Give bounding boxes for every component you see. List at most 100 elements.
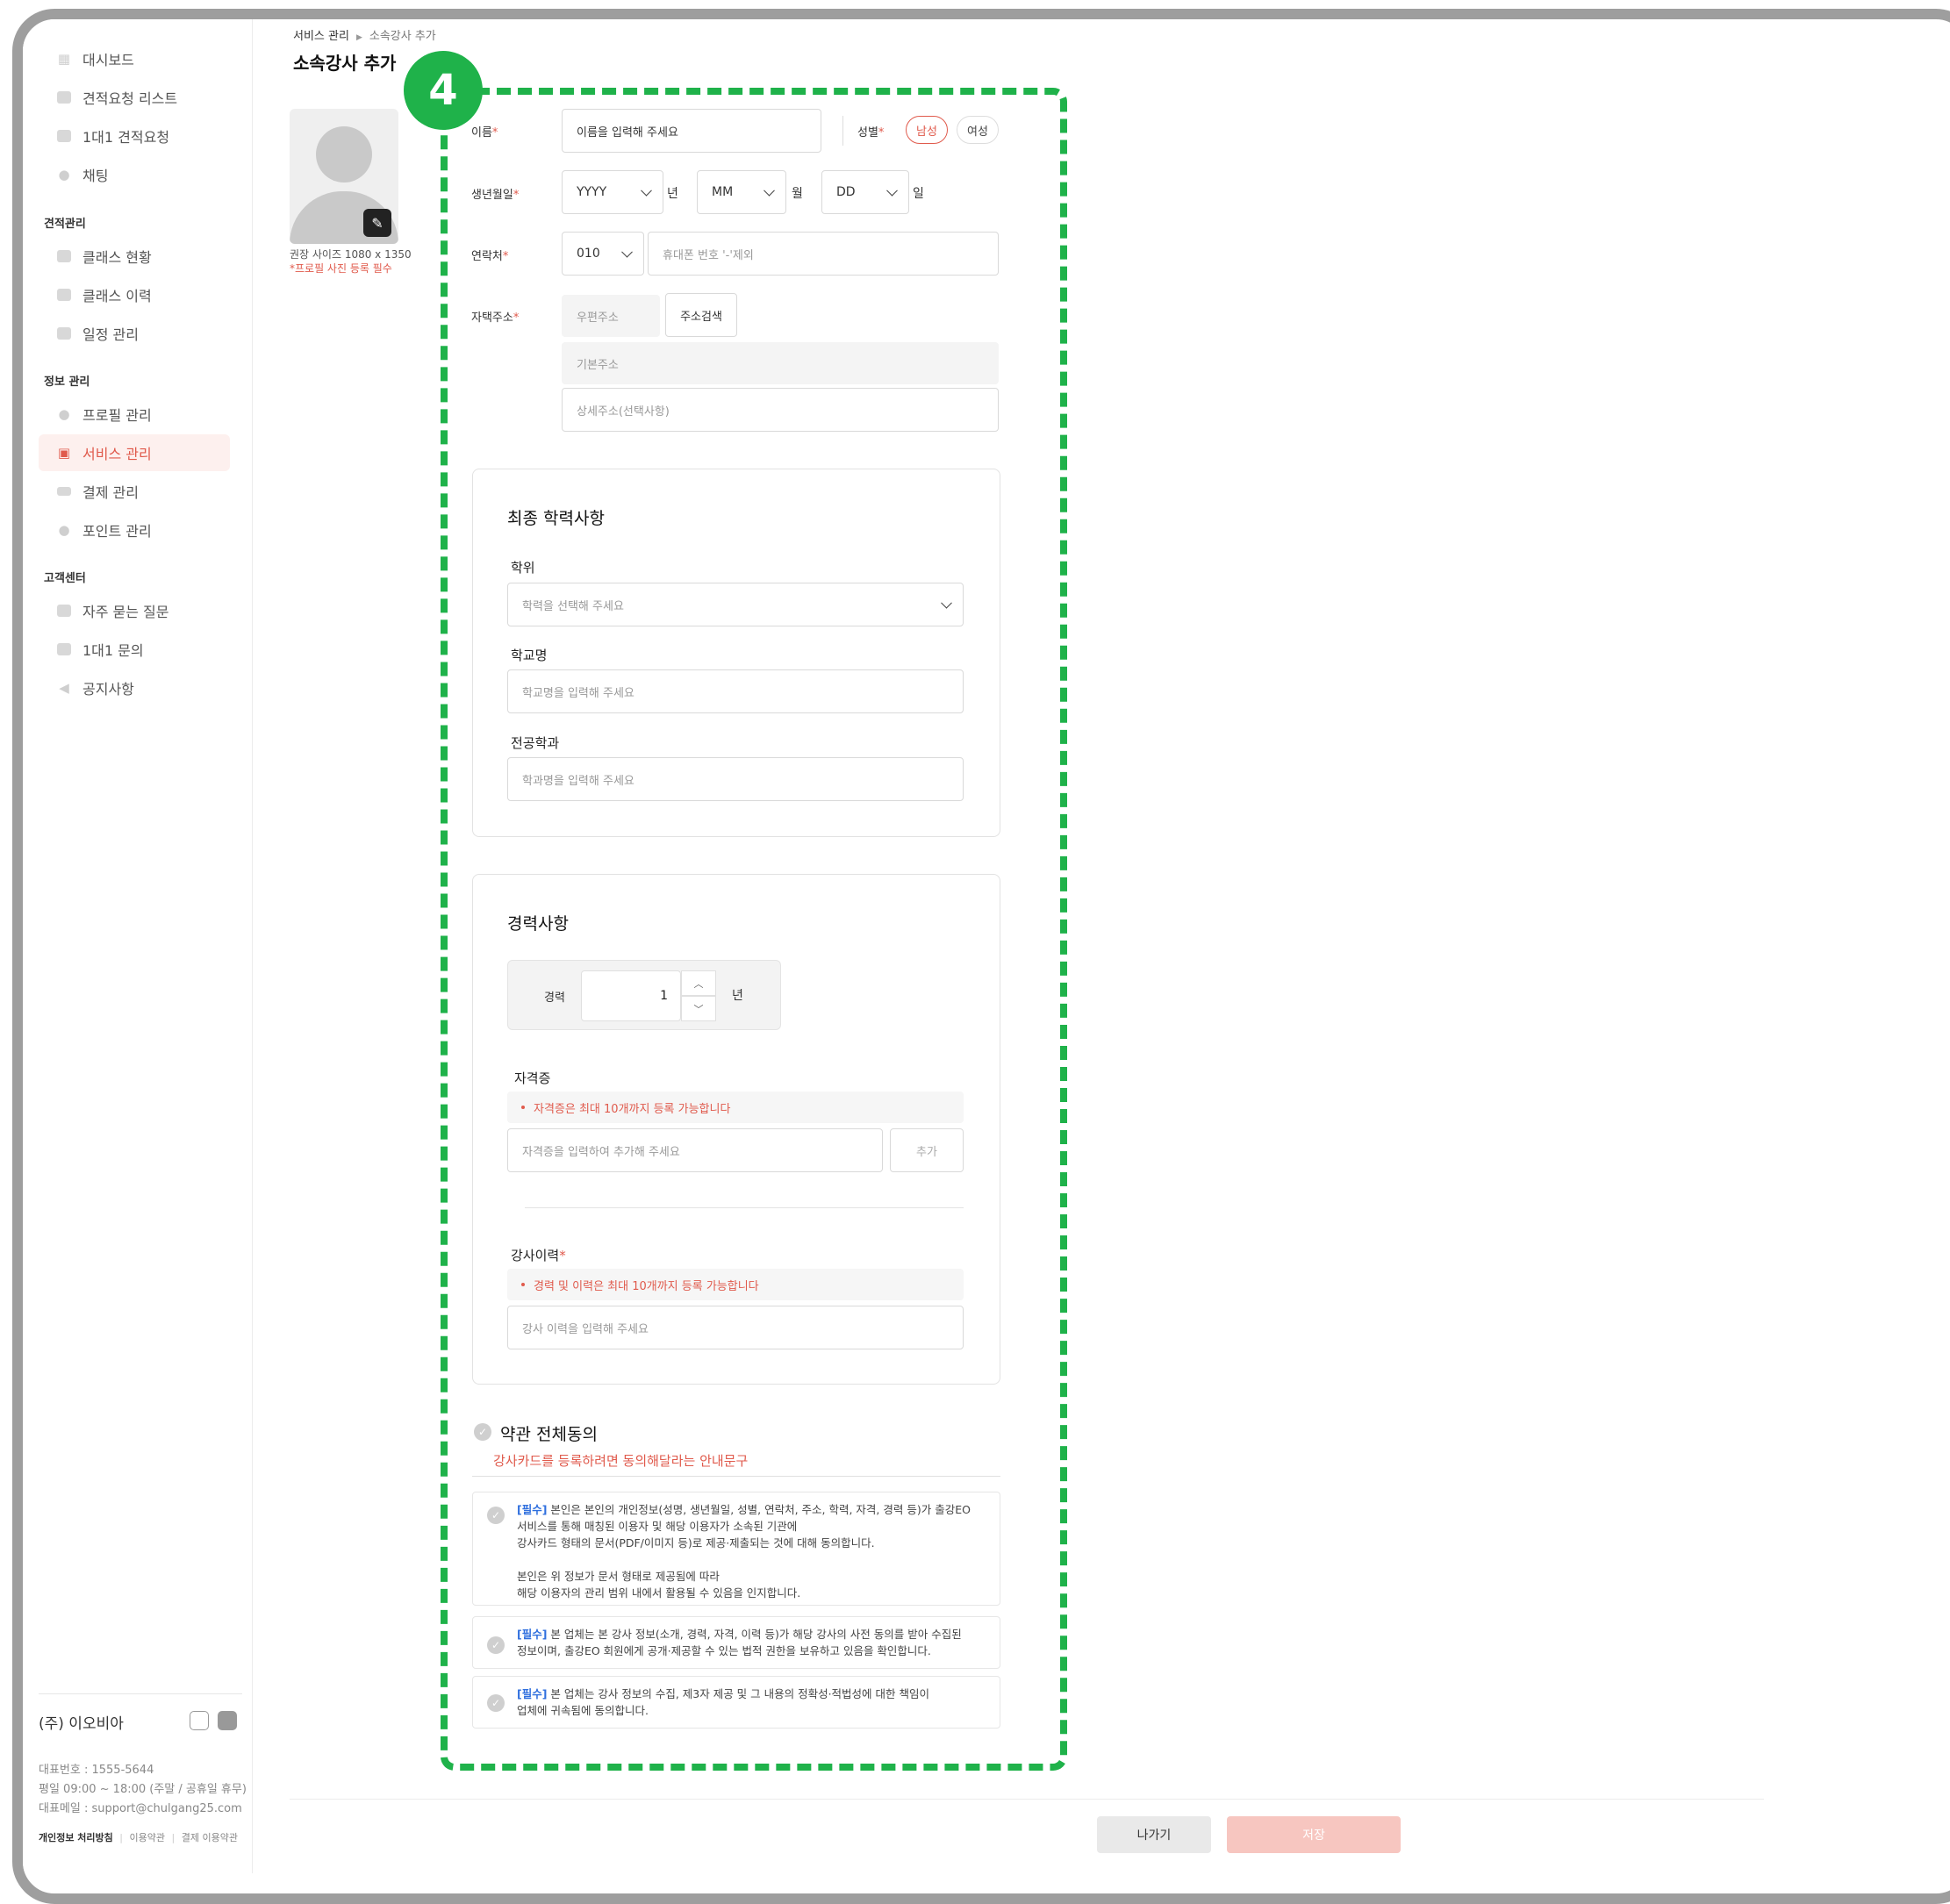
class-icon	[56, 248, 72, 264]
base-address-input[interactable]: 기본주소	[562, 342, 999, 384]
footer-email: 대표메일 : support@chulgang25.com	[39, 1802, 242, 1815]
save-button[interactable]: 저장	[1227, 1816, 1401, 1853]
certificate-input[interactable]: 자격증을 입력하여 추가해 주세요	[507, 1128, 883, 1172]
degree-select[interactable]: 학력을 선택해 주세요	[507, 583, 964, 626]
sidebar-item-1on1-quote[interactable]: 1대1 견적요청	[39, 118, 230, 154]
agree-all-label[interactable]: 약관 전체동의	[500, 1421, 598, 1445]
breadcrumb-separator-icon: ▶	[355, 33, 362, 42]
birth-day-select[interactable]: DD	[821, 170, 909, 214]
step-badge: 4	[404, 51, 483, 130]
history-notice: 경력 및 이력은 최대 10개까지 등록 가능합니다	[507, 1269, 964, 1300]
request-icon	[56, 128, 72, 144]
sidebar-item-label: 포인트 관리	[82, 523, 152, 540]
address-search-button[interactable]: 주소검색	[665, 293, 737, 337]
name-input[interactable]: 이름을 입력해 주세요	[562, 109, 821, 153]
instagram-icon[interactable]	[190, 1711, 209, 1730]
chevron-down-icon	[941, 597, 952, 609]
photo-required-note: *프로필 사진 등록 필수	[290, 262, 392, 275]
sidebar-item-service[interactable]: ▣ 서비스 관리	[39, 434, 230, 471]
sidebar-item-label: 대시보드	[82, 52, 134, 68]
birth-label: 생년월일*	[471, 189, 520, 202]
birth-month-select[interactable]: MM	[697, 170, 786, 214]
birth-year-select[interactable]: YYYY	[562, 170, 663, 214]
sidebar-item-point[interactable]: ● 포인트 관리	[39, 512, 230, 548]
list-icon	[56, 89, 72, 105]
payment-terms-link[interactable]: 결제 이용약관	[182, 1832, 238, 1843]
check-circle-icon[interactable]: ✓	[487, 1636, 505, 1654]
history-input[interactable]: 강사 이력을 입력해 주세요	[507, 1306, 964, 1349]
major-input[interactable]: 학과명을 입력해 주세요	[507, 757, 964, 801]
gender-male-option[interactable]: 남성	[906, 116, 948, 144]
career-years-label: 경력	[544, 991, 565, 1005]
page-title: 소속강사 추가	[293, 53, 397, 74]
card-icon	[56, 483, 72, 499]
chevron-down-icon	[886, 184, 898, 197]
sidebar-item-label: 1대1 문의	[82, 642, 144, 659]
sidebar-item-label: 채팅	[82, 168, 109, 184]
sidebar-item-class-history[interactable]: 클래스 이력	[39, 276, 230, 313]
sidebar-item-label: 견적요청 리스트	[82, 90, 178, 107]
phone-label: 연락처*	[471, 250, 509, 263]
privacy-policy-link[interactable]: 개인정보 처리방침	[39, 1832, 113, 1843]
sidebar-item-label: 일정 관리	[82, 326, 139, 343]
phone-input[interactable]: 휴대폰 번호 '-'제외	[648, 232, 999, 276]
profile-photo[interactable]: ✎	[290, 109, 398, 244]
history-label: 강사이력*	[511, 1248, 566, 1263]
stepper-down-icon[interactable]: ﹀	[681, 996, 716, 1021]
edit-icon[interactable]: ✎	[363, 209, 391, 237]
gender-female-option[interactable]: 여성	[957, 116, 999, 144]
certificate-add-button[interactable]: 추가	[890, 1128, 964, 1172]
detail-address-input[interactable]: 상세주소(선택사항)	[562, 388, 999, 432]
check-circle-icon[interactable]: ✓	[487, 1694, 505, 1712]
blog-icon[interactable]	[218, 1711, 237, 1730]
sidebar-item-quote-list[interactable]: 견적요청 리스트	[39, 79, 230, 116]
service-icon: ▣	[57, 445, 71, 461]
sidebar-item-dashboard[interactable]: ▦ 대시보드	[39, 40, 230, 77]
sidebar-item-label: 공지사항	[82, 681, 134, 698]
sidebar-item-profile[interactable]: ● 프로필 관리	[39, 396, 230, 433]
school-input[interactable]: 학교명을 입력해 주세요	[507, 669, 964, 713]
zip-input[interactable]: 우편주소	[562, 295, 660, 337]
sidebar-item-label: 결제 관리	[82, 484, 139, 501]
sidebar-footer-divider	[39, 1693, 242, 1694]
sidebar-item-label: 자주 묻는 질문	[82, 604, 169, 620]
certificate-notice: 자격증은 최대 10개까지 등록 가능합니다	[507, 1092, 964, 1123]
stepper-up-icon[interactable]: ︿	[681, 970, 716, 996]
point-icon: ●	[58, 522, 70, 538]
breadcrumb-current: 소속강사 추가	[369, 30, 436, 43]
sidebar-item-schedule[interactable]: 일정 관리	[39, 315, 230, 352]
terms-link[interactable]: 이용약관	[130, 1832, 165, 1843]
career-years-input[interactable]: 1	[581, 970, 681, 1021]
phone-prefix-select[interactable]: 010	[562, 232, 644, 276]
megaphone-icon: ◀	[59, 680, 69, 696]
sidebar-item-class-status[interactable]: 클래스 현황	[39, 238, 230, 275]
breadcrumb-item[interactable]: 서비스 관리	[293, 30, 349, 43]
sidebar-section-title: 견적관리	[44, 218, 86, 231]
sidebar-item-inquiry[interactable]: 1대1 문의	[39, 631, 230, 668]
footer-hours: 평일 09:00 ~ 18:00 (주말 / 공휴일 휴무)	[39, 1783, 247, 1796]
sidebar-item-notice[interactable]: ◀ 공지사항	[39, 669, 230, 706]
terms-item[interactable]: ✓ [필수] 본인은 본인의 개인정보(성명, 생년월일, 성별, 연락처, 주…	[472, 1492, 1000, 1606]
education-title: 최종 학력사항	[507, 509, 605, 528]
certificate-label: 자격증	[514, 1070, 551, 1086]
career-title: 경력사항	[507, 914, 569, 934]
terms-item[interactable]: ✓ [필수] 본 업체는 본 강사 정보(소개, 경력, 자격, 이력 등)가 …	[472, 1616, 1000, 1669]
back-button[interactable]: 나가기	[1097, 1816, 1211, 1853]
check-circle-icon[interactable]: ✓	[487, 1507, 505, 1524]
sidebar-item-chat[interactable]: ● 채팅	[39, 156, 230, 193]
terms-guide: 강사카드를 등록하려면 동의해달라는 안내문구	[493, 1453, 749, 1469]
major-label: 전공학과	[511, 735, 560, 751]
sidebar-section-title: 고객센터	[44, 572, 86, 585]
sidebar-item-label: 1대1 견적요청	[82, 129, 170, 146]
calendar-icon	[56, 326, 72, 341]
sidebar-item-payment[interactable]: 결제 관리	[39, 473, 230, 510]
sidebar-item-label: 서비스 관리	[82, 446, 152, 462]
history-icon	[56, 287, 72, 303]
terms-item[interactable]: ✓ [필수] 본 업체는 강사 정보의 수집, 제3자 제공 및 그 내용의 정…	[472, 1676, 1000, 1729]
sidebar-item-label: 클래스 이력	[82, 288, 152, 304]
dashboard-icon: ▦	[57, 51, 71, 67]
sidebar-item-faq[interactable]: 자주 묻는 질문	[39, 592, 230, 629]
sidebar-section-title: 정보 관리	[44, 376, 90, 389]
breadcrumb: 서비스 관리 ▶ 소속강사 추가	[293, 26, 436, 43]
check-circle-icon[interactable]: ✓	[474, 1423, 491, 1441]
